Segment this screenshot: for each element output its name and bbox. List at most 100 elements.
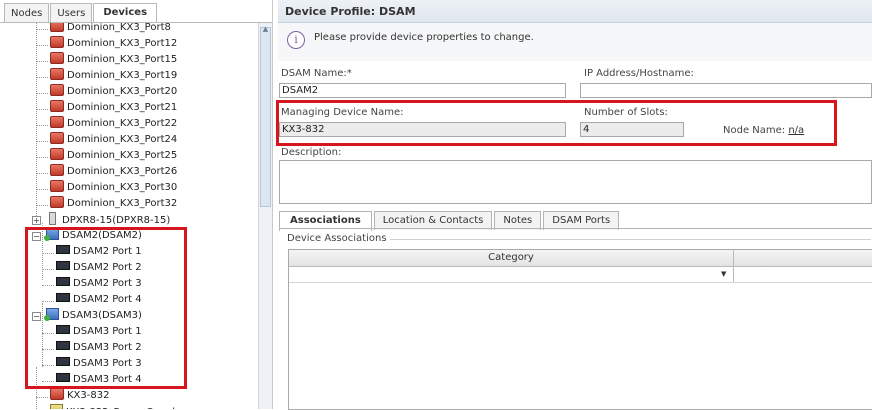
description-field[interactable] (279, 160, 872, 204)
tree-item-label: Dominion_KX3_Port26 (67, 166, 178, 177)
kx-port-icon (50, 148, 64, 160)
tree-item[interactable]: DSAM2 Port 1 (56, 244, 142, 260)
tree-guide (36, 367, 37, 409)
navigation-panel: Nodes Users Devices Dominion_KX3_Port8 Do… (0, 0, 273, 409)
tree-item-label: Dominion_KX3_Port25 (67, 150, 178, 161)
tree-item[interactable]: DSAM3(DSAM3) (44, 308, 142, 324)
ip-address-field[interactable] (580, 83, 872, 98)
number-of-slots-label: Number of Slots: (584, 107, 668, 118)
managing-device-field: KX3-832 (279, 122, 566, 137)
dsam-icon (44, 308, 59, 321)
tree-item-label: Dominion_KX3_Port8 (67, 23, 171, 33)
serial-port-icon (56, 293, 70, 302)
kx-port-icon (50, 23, 64, 32)
tree-item-label: DSAM3 Port 2 (73, 342, 142, 353)
tree-item[interactable]: Dominion_KX3_Port25 (50, 148, 177, 164)
tree-item[interactable]: DPXR8-15(DPXR8-15) (46, 212, 170, 228)
profile-header: Device Profile: DSAM (278, 0, 872, 23)
tree-item-label: DPXR8-15(DPXR8-15) (62, 215, 171, 226)
tree-item-label: Dominion_KX3_Port21 (67, 102, 178, 113)
scrollbar-thumb[interactable] (260, 27, 271, 207)
tree-guide (36, 93, 48, 94)
node-name-link[interactable]: n/a (788, 125, 804, 136)
tree-item-label: Dominion_KX3_Port24 (67, 134, 178, 145)
tree-guide (36, 397, 48, 398)
collapse-icon[interactable]: − (32, 232, 41, 241)
tree-item-label: DSAM3 Port 3 (73, 358, 142, 369)
tree-guide (42, 349, 54, 350)
tab-nodes[interactable]: Nodes (4, 3, 50, 23)
tree-item[interactable]: KX3-832_Power Supply (50, 404, 181, 409)
tree-item[interactable]: DSAM3 Port 3 (56, 356, 142, 372)
kx-port-icon (50, 180, 64, 192)
kx-port-icon (50, 388, 64, 400)
tree-item[interactable]: Dominion_KX3_Port21 (50, 100, 177, 116)
tree-item[interactable]: DSAM3 Port 2 (56, 340, 142, 356)
tab-users[interactable]: Users (50, 3, 93, 23)
chevron-down-icon[interactable]: ▼ (721, 270, 726, 278)
serial-port-icon (56, 357, 70, 366)
kx-port-icon (50, 84, 64, 96)
kx-port-icon (50, 164, 64, 176)
tree-item[interactable]: Dominion_KX3_Port20 (50, 84, 177, 100)
dsam-name-field[interactable]: DSAM2 (279, 83, 566, 98)
page-title: Device Profile: DSAM (285, 5, 416, 18)
tree-item-label: Dominion_KX3_Port15 (67, 54, 178, 65)
tree-guide (42, 381, 54, 382)
tree-item[interactable]: Dominion_KX3_Port22 (50, 116, 177, 132)
tree-item-label: Dominion_KX3_Port20 (67, 86, 178, 97)
tree-item-label: Dominion_KX3_Port32 (67, 198, 178, 209)
tree-item[interactable]: DSAM2 Port 4 (56, 292, 142, 308)
nav-tabs: Nodes Users Devices (4, 3, 158, 23)
tree-item-label: Dominion_KX3_Port22 (67, 118, 178, 129)
associations-panel: Device Associations Category ▼ (279, 228, 872, 410)
tree-guide (36, 189, 48, 190)
tree-item[interactable]: Dominion_KX3_Port15 (50, 52, 177, 68)
tree-item-label: Dominion_KX3_Port19 (67, 70, 178, 81)
tree-item[interactable]: DSAM2(DSAM2) (44, 228, 142, 244)
table-row[interactable]: ▼ (289, 266, 872, 283)
device-associations-label: Device Associations (287, 233, 390, 244)
profile-tabs: Associations Location & Contacts Notes D… (279, 211, 621, 231)
associations-grid: Category ▼ (288, 249, 872, 410)
kx-port-icon (50, 52, 64, 64)
kx-port-icon (50, 116, 64, 128)
tree-item[interactable]: Dominion_KX3_Port32 (50, 196, 177, 212)
tree-guide (42, 285, 54, 286)
tree-item[interactable]: DSAM3 Port 1 (56, 324, 142, 340)
tree-item[interactable]: KX3-832 (50, 388, 109, 404)
tree-item[interactable]: Dominion_KX3_Port24 (50, 132, 177, 148)
column-header-value[interactable] (734, 250, 872, 266)
tree-item[interactable]: DSAM2 Port 3 (56, 276, 142, 292)
kx-port-icon (50, 36, 64, 48)
group-divider (361, 239, 871, 240)
tab-devices[interactable]: Devices (93, 3, 158, 23)
info-bar: i Please provide device properties to ch… (278, 23, 872, 61)
tree-item[interactable]: Dominion_KX3_Port26 (50, 164, 177, 180)
scroll-up-icon[interactable]: ▲ (260, 24, 271, 34)
tree-item-label: DSAM3(DSAM3) (62, 310, 142, 321)
managing-device-label: Managing Device Name: (281, 107, 404, 118)
tree-guide (42, 303, 43, 367)
tree-item[interactable]: Dominion_KX3_Port30 (50, 180, 177, 196)
collapse-icon[interactable]: − (32, 312, 41, 321)
node-name-label: Node Name: (723, 125, 786, 136)
number-of-slots-field: 4 (580, 122, 684, 137)
tree-guide (36, 23, 37, 216)
tree-item[interactable]: DSAM3 Port 4 (56, 372, 142, 388)
tree-item[interactable]: DSAM2 Port 2 (56, 260, 142, 276)
tree-guide (42, 301, 54, 302)
column-header-category[interactable]: Category (289, 250, 733, 266)
expand-icon[interactable]: + (32, 216, 41, 225)
tree-scrollbar[interactable]: ▲ (258, 23, 272, 409)
tree-item[interactable]: Dominion_KX3_Port12 (50, 36, 177, 52)
serial-port-icon (56, 261, 70, 270)
tree-guide (36, 61, 48, 62)
tree-guide (36, 77, 48, 78)
tree-guide (42, 365, 54, 366)
serial-port-icon (56, 373, 70, 382)
tree-guide (36, 141, 48, 142)
power-supply-icon (50, 404, 63, 409)
tree-item[interactable]: Dominion_KX3_Port19 (50, 68, 177, 84)
tree-item[interactable]: Dominion_KX3_Port8 (50, 23, 171, 36)
